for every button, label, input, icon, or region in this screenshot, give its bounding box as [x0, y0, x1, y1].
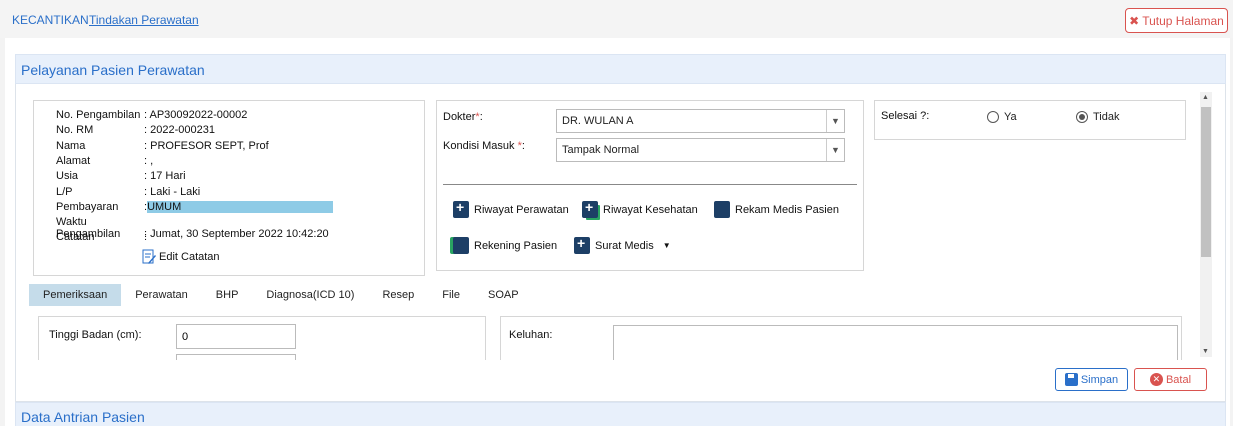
condition-value: Tampak Normal [562, 144, 640, 156]
height-label: Tinggi Badan (cm): [49, 329, 142, 341]
caret-down-icon: ▼ [662, 241, 671, 250]
tab-bar: Pemeriksaan Perawatan BHP Diagnosa(ICD 1… [29, 284, 533, 306]
wallet-icon [453, 237, 469, 254]
edit-note-icon [142, 249, 156, 264]
tab-pemeriksaan[interactable]: Pemeriksaan [29, 284, 122, 306]
vertical-scrollbar[interactable]: ▲ ▼ [1200, 92, 1212, 357]
cancel-label: Batal [1165, 373, 1192, 386]
exam-complaint-box: Keluhan: [500, 316, 1182, 360]
patient-info-box: No. Pengambilan: AP30092022-00002 No. RM… [33, 100, 425, 276]
radio-circle-icon [987, 111, 999, 123]
complaint-label: Keluhan: [509, 329, 553, 341]
patient-bill-label: Rekening Pasien [474, 239, 558, 252]
panel-header: Pelayanan Pasien Perawatan [15, 54, 1226, 84]
medical-record-label: Rekam Medis Pasien [735, 203, 839, 216]
save-label: Simpan [1080, 373, 1119, 386]
radio-selected-icon [1076, 111, 1088, 123]
patient-row: Pembayaran:UMUM [56, 201, 334, 213]
height-input[interactable] [176, 324, 296, 349]
close-page-button[interactable]: ✖ Tutup Halaman [1125, 8, 1228, 33]
scroll-down-icon[interactable]: ▼ [1202, 348, 1209, 355]
add-file-icon [574, 235, 590, 254]
patient-row: Usia: 17 Hari [56, 170, 186, 182]
doctor-value: DR. WULAN A [562, 115, 634, 127]
save-button[interactable]: Simpan [1055, 368, 1128, 391]
patient-row: Nama: PROFESOR SEPT, Prof [56, 140, 269, 152]
treatment-history-label: Riwayat Perawatan [474, 203, 569, 216]
divider [443, 184, 857, 185]
treatment-history-button[interactable]: Riwayat Perawatan [453, 199, 569, 218]
patient-row: No. RM: 2022-000231 [56, 124, 215, 136]
close-page-label: Tutup Halaman [1142, 13, 1224, 28]
close-icon: ✖ [1129, 13, 1140, 28]
weight-input[interactable] [176, 354, 296, 360]
doctor-select[interactable]: DR. WULAN A ▼ [556, 109, 845, 133]
edit-note-label: Edit Catatan [159, 251, 220, 263]
chevron-down-icon: ▼ [826, 139, 844, 161]
medical-book-icon [714, 201, 730, 218]
health-history-label: Riwayat Kesehatan [603, 203, 698, 216]
health-history-button[interactable]: Riwayat Kesehatan [582, 199, 698, 218]
breadcrumb-section[interactable]: KECANTIKAN [12, 13, 89, 27]
add-document-icon [582, 199, 598, 218]
patient-row: L/P: Laki - Laki [56, 186, 201, 198]
condition-select[interactable]: Tampak Normal ▼ [556, 138, 845, 162]
medical-letter-button[interactable]: Surat Medis ▼ [574, 235, 671, 254]
tab-file[interactable]: File [428, 284, 474, 306]
doctor-box: Dokter*: DR. WULAN A ▼ Kondisi Masuk *: … [436, 100, 864, 271]
breadcrumb-page[interactable]: Tindakan Perawatan [89, 13, 199, 27]
floppy-disk-icon [1064, 373, 1078, 386]
condition-label: Kondisi Masuk *: [443, 140, 525, 152]
exam-vitals-box: Tinggi Badan (cm): [38, 316, 486, 360]
medical-record-button[interactable]: Rekam Medis Pasien [714, 201, 839, 218]
edit-note-button[interactable]: Edit Catatan [142, 249, 220, 265]
tab-soap[interactable]: SOAP [474, 284, 533, 306]
radio-no-label: Tidak [1093, 111, 1120, 123]
add-folder-icon [453, 199, 469, 218]
patient-row: Catatan: [56, 231, 148, 243]
radio-yes-label: Ya [1004, 111, 1017, 123]
tab-resep[interactable]: Resep [368, 284, 428, 306]
tab-bhp[interactable]: BHP [202, 284, 253, 306]
radio-no[interactable]: Tidak [1076, 111, 1120, 123]
queue-header: Data Antrian Pasien [15, 402, 1226, 426]
panel-body: No. Pengambilan: AP30092022-00002 No. RM… [15, 84, 1226, 402]
cancel-circle-icon: ✕ [1149, 373, 1163, 386]
chevron-down-icon: ▼ [826, 110, 844, 132]
tab-diagnosa[interactable]: Diagnosa(ICD 10) [252, 284, 368, 306]
completion-label: Selesai ?: [881, 110, 930, 122]
scroll-thumb[interactable] [1201, 107, 1211, 257]
cancel-button[interactable]: ✕ Batal [1134, 368, 1207, 391]
complaint-textarea[interactable] [613, 325, 1178, 360]
top-bar: KECANTIKAN Tindakan Perawatan ✖ Tutup Ha… [0, 0, 1233, 38]
patient-bill-button[interactable]: Rekening Pasien [453, 237, 557, 254]
scroll-up-icon[interactable]: ▲ [1202, 94, 1209, 101]
payment-badge: UMUM [147, 201, 334, 213]
queue-title: Data Antrian Pasien [21, 409, 145, 425]
main-content: Pelayanan Pasien Perawatan No. Pengambil… [5, 38, 1230, 426]
panel-title: Pelayanan Pasien Perawatan [21, 62, 205, 78]
completion-box: Selesai ?: Ya Tidak [874, 100, 1186, 140]
patient-row: Alamat: , [56, 155, 154, 167]
radio-yes[interactable]: Ya [987, 111, 1017, 123]
patient-row: No. Pengambilan: AP30092022-00002 [56, 109, 248, 121]
medical-letter-label: Surat Medis [595, 239, 654, 252]
doctor-label: Dokter*: [443, 111, 483, 123]
tab-perawatan[interactable]: Perawatan [121, 284, 202, 306]
